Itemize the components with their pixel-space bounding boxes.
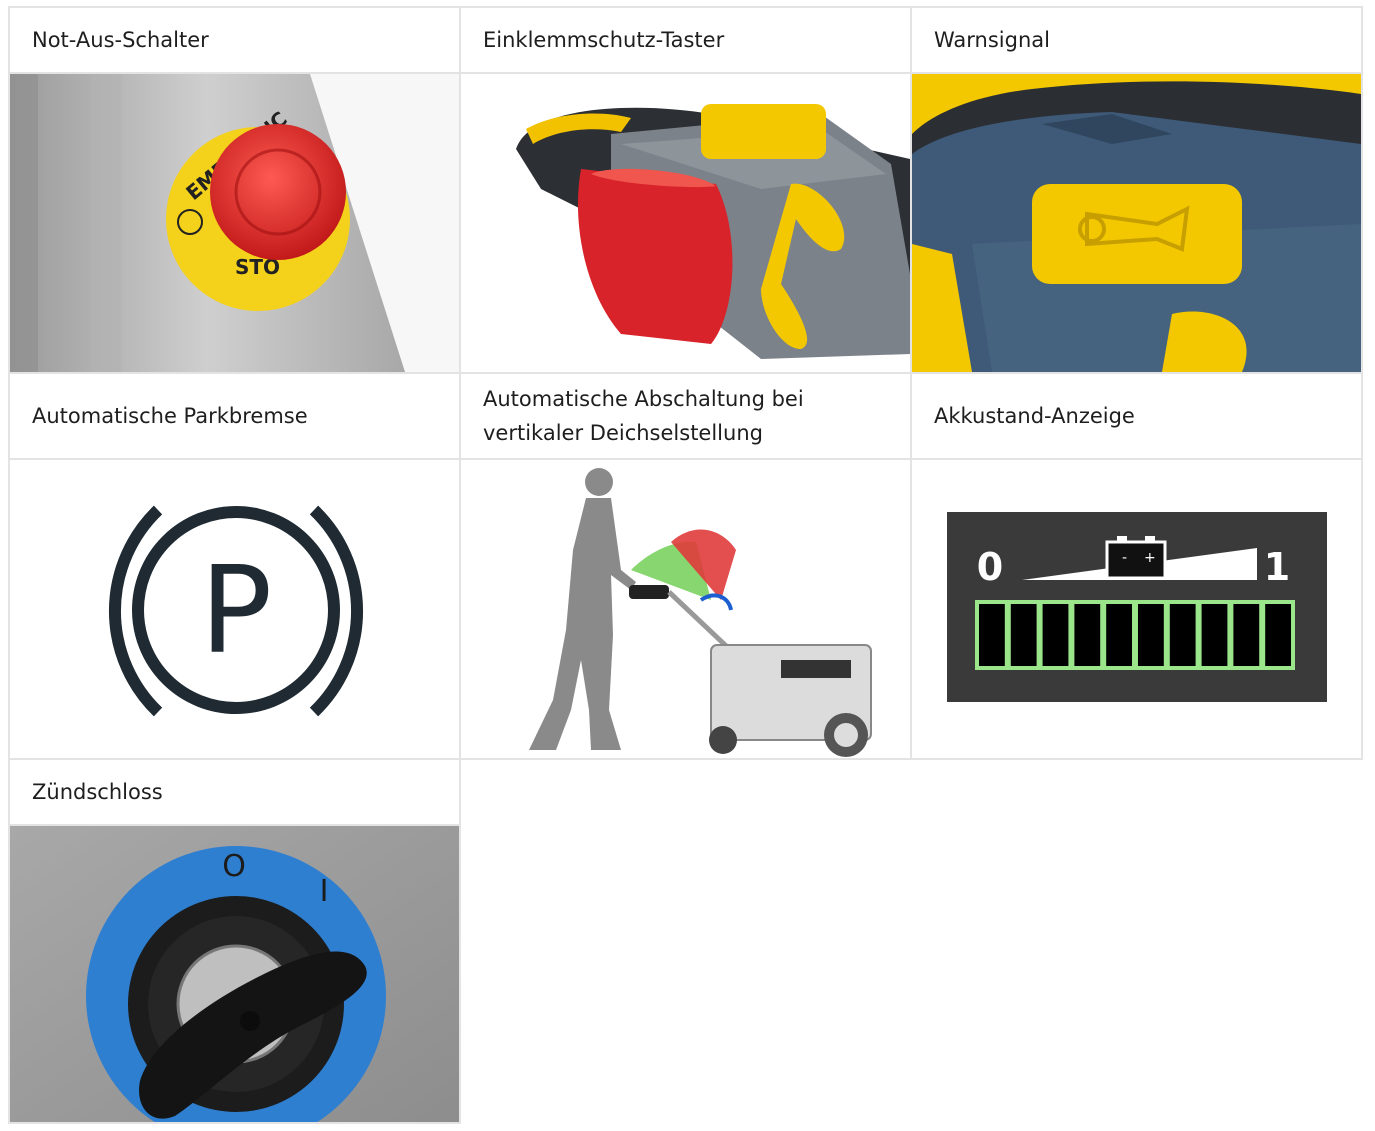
header-akkustand: Akkustand-Anzeige [910,372,1363,460]
image-parkbremse: P [8,458,461,760]
parking-letter: P [200,542,272,681]
header-einklemmschutz: Einklemmschutz-Taster [459,6,912,74]
battery-icon [1105,540,1167,580]
battery-minus: - [1122,550,1127,566]
battery-plus: + [1144,550,1156,566]
battery-segment [979,604,1005,666]
battery-label-full: 1 [1264,545,1290,589]
battery-segment [1106,604,1132,666]
image-zuendschloss: O I [8,824,461,1124]
battery-segment [1265,604,1291,666]
header-warnsignal-label: Warnsignal [934,28,1050,52]
header-warnsignal: Warnsignal [910,6,1363,74]
image-akkustand-anzeige: 0 1 - + [910,458,1363,760]
header-abschaltung: Automatische Abschaltung bei vertikaler … [459,372,912,460]
header-parkbremse-label: Automatische Parkbremse [32,404,308,428]
header-zuendschloss: Zündschloss [8,758,461,826]
switch-mark-on: I [320,874,329,909]
battery-label-empty: 0 [977,545,1003,589]
image-not-aus-schalter: EMERGENC STO [8,72,461,374]
feature-grid: Not-Aus-Schalter Einklemmschutz-Taster W… [8,6,1368,1124]
image-warnsignal [910,72,1363,374]
battery-segment [1138,604,1164,666]
header-not-aus-label: Not-Aus-Schalter [32,28,209,52]
battery-segment [1201,604,1228,666]
battery-segment [1042,604,1069,666]
battery-segment [1169,604,1196,666]
battery-segment [1010,604,1037,666]
header-akkustand-label: Akkustand-Anzeige [934,404,1135,428]
image-einklemmschutz-taster [459,72,912,374]
header-einklemmschutz-label: Einklemmschutz-Taster [483,28,725,52]
header-parkbremse: Automatische Parkbremse [8,372,461,460]
battery-segment [1233,604,1260,666]
header-not-aus: Not-Aus-Schalter [8,6,461,74]
switch-mark-off: O [222,849,246,884]
image-abschaltung-deichsel [459,458,912,760]
header-zuendschloss-label: Zündschloss [32,780,163,804]
battery-segment [1074,604,1101,666]
header-abschaltung-label: Automatische Abschaltung bei vertikaler … [483,387,804,445]
